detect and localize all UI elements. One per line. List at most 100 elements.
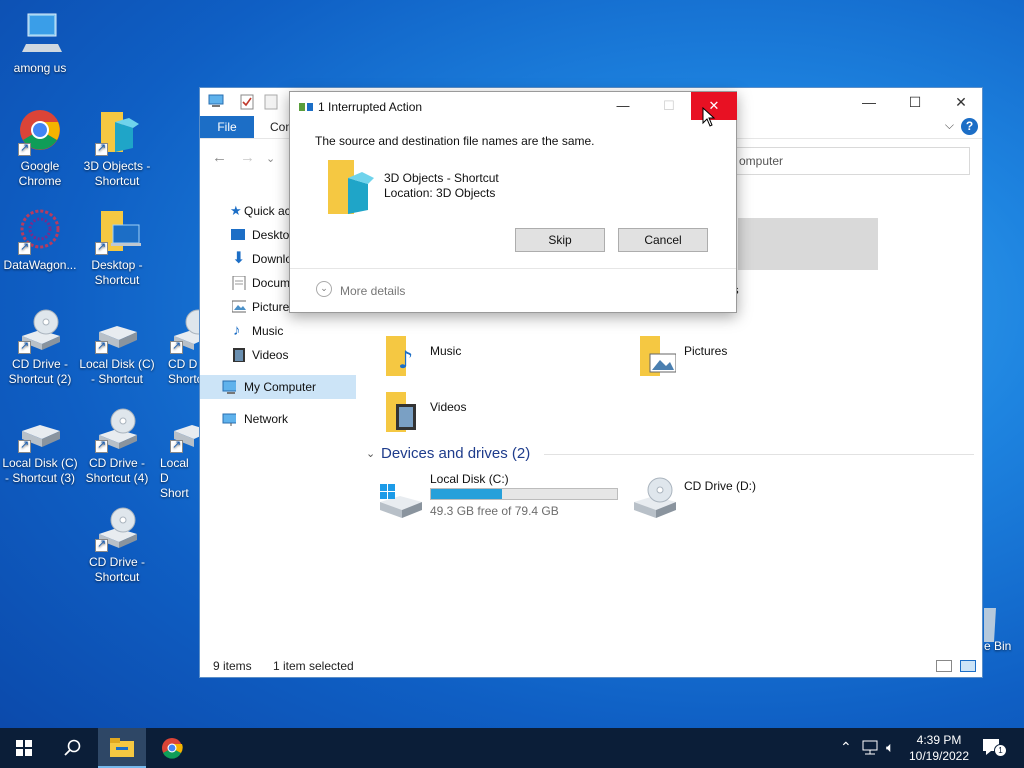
windows-logo-icon <box>16 740 32 756</box>
desktop-icon-datawagon[interactable]: DataWagon... <box>0 207 80 273</box>
desktop-icon-local-disk-shortcut[interactable]: Local Disk (C) - Shortcut <box>77 306 157 387</box>
star-icon: ★ <box>230 203 242 218</box>
desktop-icon-google-chrome[interactable]: Google Chrome <box>0 108 80 189</box>
close-button[interactable]: ✕ <box>938 88 984 116</box>
forward-arrow-icon[interactable]: → <box>240 149 255 166</box>
file-explorer-icon <box>110 738 134 757</box>
nav-item-music[interactable]: ♪ Music <box>200 319 356 343</box>
desktop-icon-recycle-bin[interactable]: e Bin <box>984 604 1024 654</box>
shortcut-arrow-icon <box>170 339 183 354</box>
network-status-icon[interactable] <box>862 740 880 756</box>
desktop-icon-cd-drive-shortcut[interactable]: CD Drive - Shortcut <box>77 504 157 585</box>
cd-drive-icon <box>93 504 141 552</box>
dialog-file-info: 3D Objects - Shortcut Location: 3D Objec… <box>384 171 499 201</box>
mouse-cursor-icon <box>702 107 716 127</box>
hard-drive-icon <box>168 405 199 453</box>
nav-item-videos[interactable]: Videos <box>200 343 356 367</box>
minimize-button[interactable]: — <box>846 88 892 116</box>
drive-cd-drive-d[interactable]: CD Drive (D:) <box>632 470 832 520</box>
folder-item-videos[interactable]: Videos <box>384 390 584 438</box>
show-hidden-icons-chevron-icon[interactable]: ⌃ <box>840 739 852 756</box>
hard-drive-icon <box>16 405 64 453</box>
shortcut-arrow-icon <box>95 141 108 156</box>
notification-count-badge: 1 <box>994 744 1007 757</box>
desktop-icon-desktop-shortcut[interactable]: Desktop - Shortcut <box>77 207 157 288</box>
item-count: 9 items <box>213 659 252 673</box>
shortcut-arrow-icon <box>95 438 108 453</box>
network-icon <box>222 413 236 426</box>
cd-drive-icon <box>168 306 199 354</box>
dialog-minimize-button[interactable]: — <box>600 92 646 120</box>
expand-chevron-icon[interactable]: ⌄ <box>316 281 332 297</box>
taskbar-google-chrome[interactable] <box>148 728 196 768</box>
cd-drive-icon <box>16 306 64 354</box>
desktop-icon-local-disk-shortcut-3[interactable]: Local Disk (C) - Shortcut (3) <box>0 405 80 486</box>
shortcut-arrow-icon <box>18 141 31 156</box>
cancel-button[interactable]: Cancel <box>618 228 708 252</box>
properties-icon[interactable] <box>240 94 254 110</box>
taskbar-file-explorer[interactable] <box>98 728 146 768</box>
details-view-icon[interactable] <box>936 660 952 672</box>
recycle-bin-icon <box>984 604 1004 644</box>
desktop-icon-local-disk-shortcut-partial[interactable]: Local D Short <box>154 405 199 501</box>
more-details-toggle[interactable]: More details <box>340 284 405 298</box>
document-icon <box>232 276 246 290</box>
drive-local-disk-c[interactable]: Local Disk (C:) 49.3 GB free of 79.4 GB <box>378 470 628 520</box>
pictures-folder-icon <box>640 336 676 376</box>
maximize-button[interactable]: ☐ <box>892 88 938 116</box>
nav-item-network[interactable]: Network <box>200 407 356 431</box>
search-icon <box>64 739 81 756</box>
system-clock[interactable]: 4:39 PM 10/19/2022 <box>900 732 978 764</box>
3d-objects-folder-icon <box>328 160 374 214</box>
shortcut-arrow-icon <box>95 339 108 354</box>
videos-folder-icon <box>386 392 416 432</box>
selection-count: 1 item selected <box>273 659 354 673</box>
nav-item-my-computer[interactable]: My Computer <box>200 375 356 399</box>
video-icon <box>233 348 245 362</box>
cd-drive-icon <box>93 405 141 453</box>
dialog-file-location: Location: 3D Objects <box>384 186 496 200</box>
chrome-icon <box>16 108 64 156</box>
back-arrow-icon[interactable]: ← <box>212 149 227 166</box>
file-transfer-icon <box>299 103 313 111</box>
dialog-maximize-button: ☐ <box>663 98 675 113</box>
shortcut-arrow-icon <box>170 438 183 453</box>
folder-item-music[interactable]: ♪ Music <box>384 334 584 382</box>
status-bar: 9 items 1 item selected <box>200 655 982 677</box>
desktop-icon-cd-drive-shortcut-2[interactable]: CD Drive - Shortcut (2) <box>0 306 80 387</box>
address-bar[interactable]: omputer <box>730 147 970 175</box>
recent-locations-chevron-icon[interactable]: ⌄ <box>266 152 275 165</box>
picture-icon <box>232 300 246 313</box>
desktop-icon-cd-drive-shortcut-4[interactable]: CD Drive - Shortcut (4) <box>77 405 157 486</box>
selected-item-highlight <box>738 218 878 270</box>
svg-text:♪: ♪ <box>398 346 413 374</box>
drive-usage-bar <box>430 488 618 500</box>
desktop-icon-3d-objects-shortcut[interactable]: 3D Objects - Shortcut <box>77 108 157 189</box>
section-divider <box>544 454 974 455</box>
search-button[interactable] <box>48 728 96 768</box>
devices-and-drives-header[interactable]: Devices and drives (2) <box>381 445 530 462</box>
windows-drive-icon <box>380 484 422 518</box>
file-tab[interactable]: File <box>200 116 254 138</box>
skip-button[interactable]: Skip <box>515 228 605 252</box>
start-button[interactable] <box>0 728 48 768</box>
volume-icon[interactable]: 🔈︎ <box>886 739 894 756</box>
chevron-down-icon[interactable]: ⌵ <box>945 118 954 133</box>
desktop-icon-among-us[interactable]: among us <box>0 10 80 76</box>
datawagon-icon <box>16 207 64 255</box>
shortcut-arrow-icon <box>18 438 31 453</box>
clock-time: 4:39 PM <box>916 733 962 747</box>
desktop-folder-icon <box>93 207 141 255</box>
new-folder-icon[interactable] <box>264 94 278 110</box>
desktop-icon-cd-drive-shortcut-partial[interactable]: CD D Shortc <box>154 306 199 387</box>
action-center-button[interactable]: 1 <box>982 738 1007 757</box>
dialog-message: The source and destination file names ar… <box>315 134 595 148</box>
hard-drive-icon <box>93 306 141 354</box>
computer-icon <box>208 94 224 107</box>
shortcut-arrow-icon <box>18 339 31 354</box>
folder-item-pictures[interactable]: Pictures <box>638 334 838 382</box>
help-icon[interactable]: ? <box>961 118 978 135</box>
collapse-chevron-icon[interactable]: ⌄ <box>366 447 375 460</box>
large-icons-view-icon[interactable] <box>960 660 976 672</box>
dialog-divider <box>290 268 736 269</box>
